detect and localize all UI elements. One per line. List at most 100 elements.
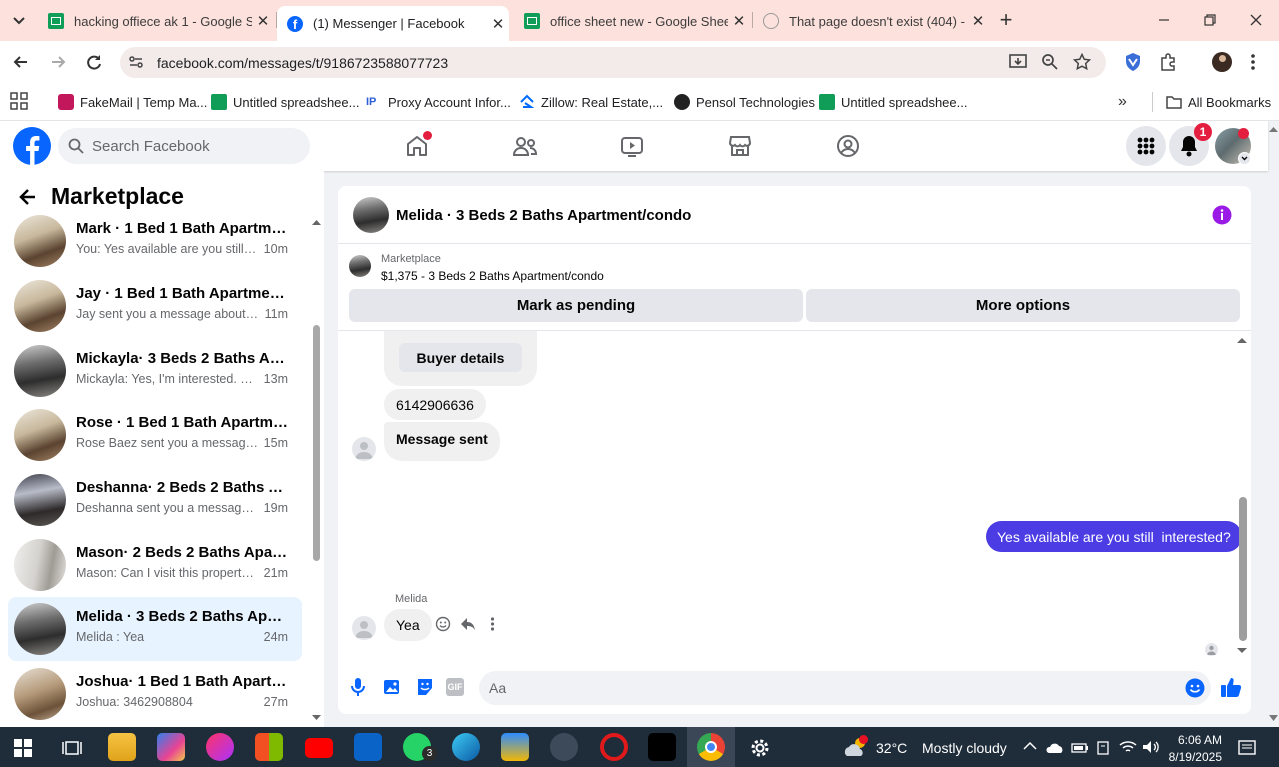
tab-messenger[interactable]: f (1) Messenger | Facebook ✕ [277, 6, 509, 41]
site-info-icon[interactable] [127, 53, 145, 71]
conversation-mickayla[interactable]: Mickayla· 3 Beds 2 Baths Apart... Mickay… [8, 339, 302, 403]
bookmark-untitled-spreadsheet-1[interactable]: Untitled spreadshee... [211, 92, 359, 112]
menu-button[interactable] [1126, 126, 1166, 166]
all-bookmarks-button[interactable]: All Bookmarks [1166, 92, 1271, 112]
account-chevron-icon[interactable] [1238, 152, 1251, 165]
page-scroll-down-arrow[interactable] [1268, 714, 1279, 723]
gif-button[interactable]: GIF [446, 678, 464, 696]
install-app-icon[interactable] [1008, 53, 1028, 71]
file-explorer-icon[interactable] [108, 733, 136, 761]
conversation-jay[interactable]: Jay · 1 Bed 1 Bath Apartment/co... Jay s… [8, 274, 302, 338]
extensions-icon[interactable] [1159, 53, 1177, 71]
close-icon[interactable]: ✕ [728, 12, 750, 30]
opera-icon[interactable] [600, 733, 628, 761]
facebook-logo[interactable] [13, 127, 51, 165]
weather-condition[interactable]: Mostly cloudy [922, 740, 1007, 756]
sidebar-scroll-up-icon[interactable] [312, 219, 321, 226]
bookmark-proxy-account[interactable]: IP Proxy Account Infor... [366, 92, 511, 112]
chat-header-avatar[interactable] [353, 197, 389, 233]
bookmark-zillow[interactable]: Zillow: Real Estate,... [519, 92, 663, 112]
reply-button[interactable] [460, 616, 476, 632]
nav-groups[interactable] [836, 134, 860, 158]
app-dark-icon[interactable] [550, 733, 578, 761]
outlook-icon[interactable] [354, 733, 382, 761]
bookmarks-overflow-icon[interactable]: » [1118, 93, 1127, 111]
bookmark-pensol[interactable]: Pensol Technologies [674, 92, 815, 112]
nav-marketplace[interactable] [728, 134, 752, 158]
voice-clip-button[interactable] [349, 677, 367, 697]
conversation-deshanna[interactable]: Deshanna· 2 Beds 2 Baths Apart... Deshan… [8, 468, 302, 532]
conversation-melida[interactable]: Melida · 3 Beds 2 Baths Apartm... Melida… [8, 597, 302, 661]
tab-office-sheet[interactable]: office sheet new - Google Sheet ✕ [514, 6, 750, 36]
sticker-button[interactable] [415, 677, 435, 697]
apps-icon[interactable] [10, 92, 28, 110]
mark-as-pending-button[interactable]: Mark as pending [349, 289, 803, 322]
settings-icon[interactable] [748, 736, 772, 760]
react-button[interactable] [435, 616, 451, 632]
volume-icon[interactable] [1142, 740, 1160, 754]
close-icon[interactable]: ✕ [252, 12, 274, 30]
tab-404[interactable]: That page doesn't exist (404) - R ✕ [753, 6, 989, 36]
message-input[interactable]: Aa [479, 671, 1211, 705]
conversation-joshua[interactable]: Joshua· 1 Bed 1 Bath Apartment... Joshua… [8, 662, 302, 726]
notification-center-icon[interactable] [1238, 739, 1256, 757]
conversation-mark[interactable]: Mark · 1 Bed 1 Bath Apartment/... You: Y… [8, 209, 302, 273]
task-view-button[interactable] [62, 738, 82, 758]
youtube-icon[interactable] [305, 738, 333, 758]
conversation-info-button[interactable] [1212, 205, 1232, 225]
chat-scrollbar-thumb[interactable] [1239, 497, 1247, 641]
nav-friends[interactable] [512, 134, 538, 158]
chat-title[interactable]: Melida · 3 Beds 2 Baths Apartment/condo [396, 207, 691, 224]
edge-icon[interactable] [452, 733, 480, 761]
emoji-button[interactable] [1185, 678, 1205, 698]
back-button[interactable] [11, 52, 31, 72]
chat-scroll-up-icon[interactable] [1237, 337, 1247, 344]
badge-app-icon[interactable] [501, 733, 529, 761]
tiktok-icon[interactable] [648, 733, 676, 761]
close-window-button[interactable] [1245, 9, 1267, 31]
listing-title[interactable]: $1,375 - 3 Beds 2 Baths Apartment/condo [381, 269, 604, 283]
back-to-chats-button[interactable] [18, 187, 38, 207]
minimize-button[interactable] [1153, 9, 1175, 31]
network-device-icon[interactable] [1095, 740, 1111, 756]
new-tab-button[interactable]: + [995, 9, 1017, 31]
temperature[interactable]: 32°C [876, 740, 907, 756]
bookmark-untitled-spreadsheet-2[interactable]: Untitled spreadshee... [819, 92, 967, 112]
more-options-button[interactable]: More options [806, 289, 1240, 322]
facebook-search[interactable]: Search Facebook [58, 128, 310, 164]
bookmark-fakemail[interactable]: FakeMail | Temp Ma... [58, 92, 207, 112]
buyer-details-button[interactable]: Buyer details [399, 343, 522, 372]
copilot-icon[interactable] [157, 733, 185, 761]
restore-button[interactable] [1199, 9, 1221, 31]
profile-avatar[interactable] [1212, 52, 1232, 72]
close-icon[interactable]: ✕ [967, 12, 989, 30]
tab-hacking-offiece[interactable]: hacking offiece ak 1 - Google Sh ✕ [38, 6, 274, 36]
sidebar-scrollbar-thumb[interactable] [313, 325, 320, 561]
message-more-button[interactable] [490, 617, 495, 631]
reload-button[interactable] [84, 52, 104, 72]
app-icon[interactable] [206, 733, 234, 761]
onedrive-icon[interactable] [1046, 741, 1064, 755]
url-text[interactable]: facebook.com/messages/t/9186723588077723 [157, 55, 448, 71]
battery-icon[interactable] [1071, 742, 1089, 754]
shield-extension-icon[interactable] [1124, 52, 1142, 72]
page-scroll-up-arrow[interactable] [1268, 124, 1279, 134]
like-button[interactable] [1220, 676, 1242, 698]
wifi-icon[interactable] [1119, 740, 1137, 754]
zoom-icon[interactable] [1041, 53, 1059, 71]
close-icon[interactable]: ✕ [487, 15, 509, 33]
show-hidden-icons-button[interactable] [1023, 741, 1037, 751]
browser-menu-icon[interactable] [1250, 53, 1256, 71]
listing-thumbnail-small[interactable] [349, 255, 371, 277]
tab-search-button[interactable] [8, 10, 30, 32]
nav-video[interactable] [620, 134, 644, 158]
forward-button[interactable] [48, 52, 68, 72]
clock-date[interactable]: 8/19/2025 [1164, 750, 1222, 764]
conversation-rose[interactable]: Rose · 1 Bed 1 Bath Apartment/c... Rose … [8, 403, 302, 467]
start-button[interactable] [14, 739, 32, 757]
store-icon[interactable] [255, 733, 283, 761]
chat-scroll-down-icon[interactable] [1237, 647, 1247, 654]
bookmark-star-icon[interactable] [1073, 53, 1091, 71]
clock-time[interactable]: 6:06 AM [1170, 733, 1222, 747]
sidebar-scroll-down-icon[interactable] [312, 714, 321, 721]
